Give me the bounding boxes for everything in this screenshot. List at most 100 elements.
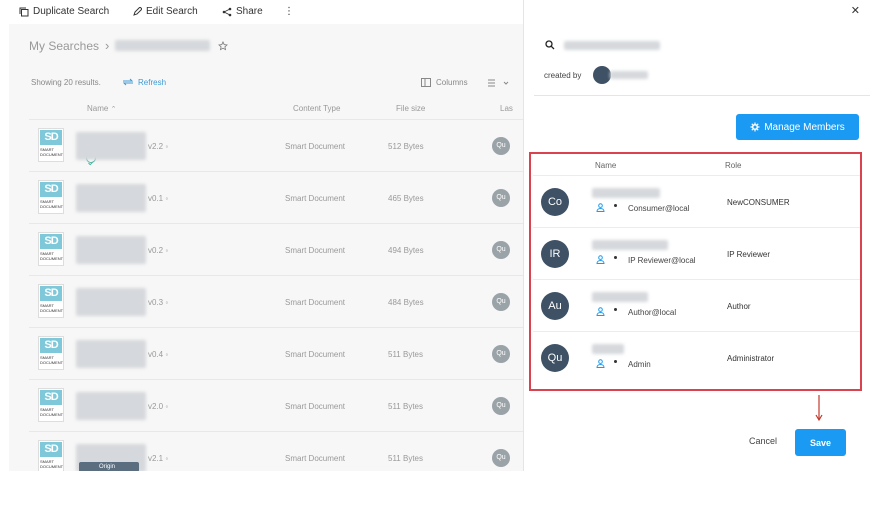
content-type: Smart Document (285, 454, 346, 463)
refresh-label: Refresh (138, 77, 167, 87)
members-header-role: Role (725, 161, 742, 170)
person-icon (596, 359, 605, 368)
content-type: Smart Document (285, 402, 346, 411)
origin-badge: Origin (79, 462, 139, 471)
breadcrumb-root[interactable]: My Searches (29, 39, 99, 53)
document-name[interactable] (76, 236, 146, 264)
member-avatar: IR (541, 240, 569, 268)
person-icon (596, 307, 605, 316)
member-login: Consumer@local (628, 204, 690, 213)
file-size: 511 Bytes (388, 454, 423, 463)
member-name (592, 292, 648, 302)
person-icon (596, 203, 605, 212)
smart-document-thumbnail: SD SMART DOCUMENT (38, 128, 64, 162)
content-type: Smart Document (285, 194, 346, 203)
member-row[interactable]: Au Author@local Author (533, 279, 860, 331)
duplicate-icon (19, 7, 29, 16)
bullet (614, 308, 617, 311)
smart-document-thumbnail: SD SMART DOCUMENT (38, 336, 64, 370)
table-row[interactable]: SD SMART DOCUMENT Origin v2.1 ◦ Smart Docu… (29, 431, 523, 471)
header-last[interactable]: Las (500, 104, 513, 113)
version: v0.2 ◦ (148, 246, 169, 255)
content-type: Smart Document (285, 142, 346, 151)
divider (534, 95, 870, 96)
file-size: 465 Bytes (388, 194, 424, 203)
file-size: 484 Bytes (388, 298, 424, 307)
share-button[interactable]: Share (222, 6, 263, 17)
close-icon[interactable]: ✕ (851, 4, 860, 17)
bullet (614, 256, 617, 259)
list-view-menu-icon[interactable] (487, 78, 509, 88)
member-login: Admin (628, 360, 651, 369)
member-row[interactable]: Co Consumer@local NewCONSUMER (533, 175, 860, 227)
breadcrumb: My Searches › (29, 38, 229, 53)
cancel-button[interactable]: Cancel (749, 436, 777, 446)
member-role: Administrator (727, 354, 775, 363)
smart-document-thumbnail: SD SMART DOCUMENT (38, 284, 64, 318)
table-row[interactable]: SD SMART DOCUMENT v0.2 ◦ Smart Document 49… (29, 223, 523, 275)
columns-button[interactable]: Columns (421, 78, 468, 87)
member-avatar: Qu (541, 344, 569, 372)
columns-icon (421, 78, 431, 87)
smart-document-thumbnail: SD SMART DOCUMENT (38, 232, 64, 266)
document-name[interactable] (76, 184, 146, 212)
member-name (592, 240, 668, 250)
member-role: IP Reviewer (727, 250, 770, 259)
version: v0.1 ◦ (148, 194, 169, 203)
member-login: IP Reviewer@local (628, 256, 696, 265)
owner-avatar: Qu (492, 293, 510, 311)
star-icon[interactable] (218, 40, 229, 51)
member-avatar: Au (541, 292, 569, 320)
document-name[interactable] (76, 340, 146, 368)
members-table: Name Role Co Consumer@local NewCONSUMER … (529, 152, 862, 391)
header-content-type[interactable]: Content Type (293, 104, 340, 113)
columns-label: Columns (436, 78, 468, 87)
toolbar: Duplicate Search Edit Search Share ⋮ (0, 0, 523, 24)
member-login: Author@local (628, 308, 677, 317)
version: v2.2 ◦ (148, 142, 169, 151)
edit-search-label: Edit Search (146, 6, 198, 17)
more-icon: ⋮ (284, 6, 294, 17)
owner-avatar: Qu (492, 345, 510, 363)
bullet (614, 360, 617, 363)
more-options-button[interactable]: ⋮ (284, 6, 294, 17)
table-row[interactable]: SD SMART DOCUMENT v0.1 ◦ Smart Document 46… (29, 171, 523, 223)
table-row[interactable]: SD SMART DOCUMENT v0.3 ◦ Smart Document 48… (29, 275, 523, 327)
version: v0.3 ◦ (148, 298, 169, 307)
manage-members-label: Manage Members (764, 121, 845, 133)
share-icon (222, 7, 232, 16)
breadcrumb-separator: › (105, 38, 110, 53)
content-type: Smart Document (285, 350, 346, 359)
creator-avatar (593, 66, 611, 84)
smart-document-thumbnail: SD SMART DOCUMENT (38, 180, 64, 214)
table-row[interactable]: SD SMART DOCUMENT v2.0 ◦ Smart Document 51… (29, 379, 523, 431)
member-name (592, 344, 624, 354)
header-file-size[interactable]: File size (396, 104, 425, 113)
manage-members-button[interactable]: Manage Members (736, 114, 859, 140)
search-icon (545, 40, 555, 50)
version: v2.1 ◦ (148, 454, 169, 463)
version: v2.0 ◦ (148, 402, 169, 411)
search-name (564, 41, 660, 50)
document-name[interactable] (76, 392, 146, 420)
file-size: 511 Bytes (388, 350, 423, 359)
bullet (614, 204, 617, 207)
header-name[interactable]: Name ⌃ (87, 104, 116, 113)
document-name[interactable] (76, 288, 146, 316)
version: v0.4 ◦ (148, 350, 169, 359)
member-row[interactable]: Qu Admin Administrator (533, 331, 860, 383)
duplicate-search-button[interactable]: Duplicate Search (19, 6, 109, 17)
share-panel: ✕ created by Manage Members Name Role Co… (523, 0, 876, 471)
save-button[interactable]: Save (795, 429, 846, 456)
member-name (592, 188, 660, 198)
document-name[interactable] (76, 132, 146, 160)
table-row[interactable]: SD SMART DOCUMENT v2.2 ◦ Smart Document 51… (29, 119, 523, 171)
member-row[interactable]: IR IP Reviewer@local IP Reviewer (533, 227, 860, 279)
creator-name (610, 71, 648, 79)
refresh-button[interactable]: Refresh (122, 77, 166, 87)
person-icon (596, 255, 605, 264)
owner-avatar: Qu (492, 137, 510, 155)
edit-search-button[interactable]: Edit Search (132, 6, 198, 17)
table-row[interactable]: SD SMART DOCUMENT v0.4 ◦ Smart Document 51… (29, 327, 523, 379)
owner-avatar: Qu (492, 449, 510, 467)
